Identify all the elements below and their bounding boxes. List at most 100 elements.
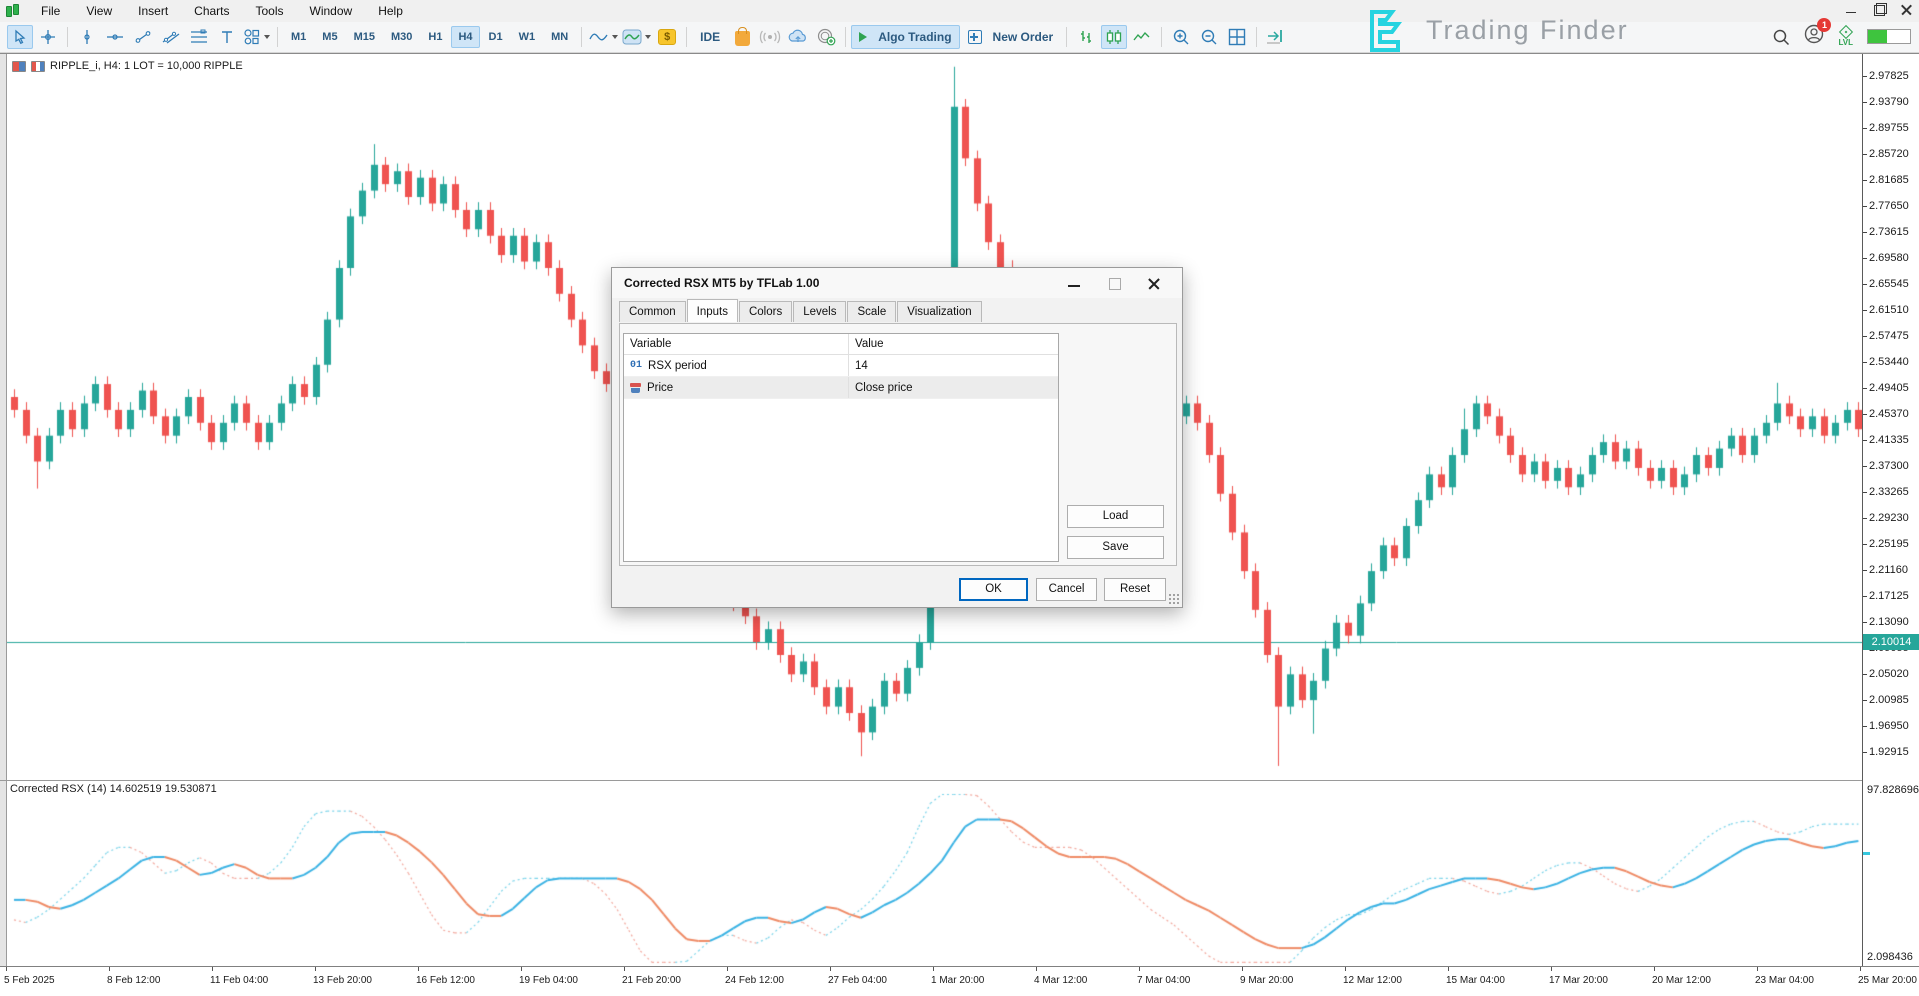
price-tick: 2.41335 [1863,434,1919,447]
param-name: RSX period [648,360,707,372]
market-button[interactable] [729,25,755,49]
level-progress-bar [1867,29,1911,44]
chart-shift-button[interactable] [1263,25,1289,49]
timeframe-button-mn[interactable]: MN [544,26,575,48]
time-tick [1139,967,1140,971]
tab-common[interactable]: Common [619,301,686,322]
tab-inputs[interactable]: Inputs [687,299,738,322]
time-label: 21 Feb 20:00 [622,975,681,986]
line-chart-mode-button[interactable] [1129,25,1155,49]
time-tick [830,967,831,971]
timeframe-button-m15[interactable]: M15 [347,26,382,48]
tab-visualization[interactable]: Visualization [897,301,981,322]
menu-item-view[interactable]: View [73,0,125,22]
dialog-resize-grip[interactable] [1169,594,1179,604]
fibonacci-tool-button[interactable] [186,25,212,49]
price-tick: 2.89755 [1863,122,1919,135]
timeframe-button-d1[interactable]: D1 [482,26,510,48]
timeframe-group: M1M5M15M30H1H4D1W1MN [283,26,576,48]
timeframe-button-h4[interactable]: H4 [451,26,479,48]
channel-tool-button[interactable] [158,25,184,49]
time-label: 1 Mar 20:00 [931,975,984,986]
price-tick: 2.37300 [1863,460,1919,473]
ide-button[interactable]: IDE [692,25,728,49]
profile-button[interactable]: 1 [1804,24,1824,49]
vertical-line-tool-button[interactable] [74,25,100,49]
chevron-down-icon [645,35,651,39]
tab-levels[interactable]: Levels [793,301,846,322]
timeframe-button-h1[interactable]: H1 [421,26,449,48]
timeframe-button-m1[interactable]: M1 [284,26,313,48]
tab-scale[interactable]: Scale [847,301,896,322]
dialog-close-button[interactable] [1134,270,1174,296]
cancel-button[interactable]: Cancel [1036,578,1097,601]
depth-of-market-icon [12,61,26,72]
load-button[interactable]: Load [1067,505,1164,528]
indicator-label: Corrected RSX (14) 14.602519 19.530871 [10,783,217,795]
reset-button[interactable]: Reset [1104,578,1166,601]
table-header-variable: Variable [624,334,849,354]
price-scale[interactable]: 97.828696 2.098436 2.978252.937902.89755… [1862,54,1919,966]
table-row[interactable]: 01 RSX period 14 [624,355,1058,377]
indicators-button[interactable] [621,25,652,49]
param-name: Price [647,382,673,394]
menu-item-window[interactable]: Window [297,0,366,22]
cloud-button[interactable] [785,25,811,49]
timeframe-button-m30[interactable]: M30 [384,26,419,48]
param-value[interactable]: Close price [849,377,1058,398]
timeframe-button-w1[interactable]: W1 [512,26,543,48]
menu-item-tools[interactable]: Tools [243,0,297,22]
menu-item-help[interactable]: Help [365,0,416,22]
shapes-tool-button[interactable] [242,25,271,49]
param-value[interactable]: 14 [849,355,1058,376]
menu-item-file[interactable]: File [28,0,73,22]
horizontal-line-tool-button[interactable] [102,25,128,49]
table-row[interactable]: Price Close price [624,377,1058,399]
signals-button[interactable] [757,25,783,49]
pane-divider[interactable] [0,780,1919,781]
dialog-minimize-button[interactable] [1054,270,1094,296]
currency-button[interactable]: $ [654,25,680,49]
parameters-table: Variable Value 01RSX period14PriceClose … [623,333,1059,562]
trendline-tool-button[interactable] [130,25,156,49]
time-tick [624,967,625,971]
text-tool-button[interactable] [214,25,240,49]
tile-windows-button[interactable] [1224,25,1250,49]
quotes-icon [31,61,45,72]
new-order-button[interactable]: New Order [960,25,1062,49]
tab-colors[interactable]: Colors [739,301,792,322]
cursor-tool-button[interactable] [7,25,33,49]
indicator-canvas[interactable] [0,780,1862,966]
save-button[interactable]: Save [1067,536,1164,559]
time-tick [933,967,934,971]
level-indicator: LVL [1838,27,1853,47]
dialog-titlebar[interactable]: Corrected RSX MT5 by TFLab 1.00 [612,268,1182,298]
window-minimize-button[interactable] [1845,4,1857,16]
time-tick [315,967,316,971]
chart-type-button[interactable] [588,25,619,49]
candlestick-mode-button[interactable] [1101,25,1127,49]
numeric-param-icon: 01 [630,360,642,371]
time-label: 16 Feb 12:00 [416,975,475,986]
time-tick [1036,967,1037,971]
search-icon[interactable] [1772,28,1790,46]
crosshair-tool-button[interactable] [35,25,61,49]
level-progress-fill [1868,30,1887,43]
zoom-in-button[interactable] [1168,25,1194,49]
menu-item-insert[interactable]: Insert [125,0,181,22]
window-close-button[interactable] [1901,4,1913,16]
bar-chart-mode-button[interactable] [1073,25,1099,49]
time-label: 9 Mar 20:00 [1240,975,1293,986]
algo-trading-button[interactable]: Algo Trading [851,25,959,49]
time-label: 24 Feb 12:00 [725,975,784,986]
timeframe-button-m5[interactable]: M5 [315,26,344,48]
menu-item-charts[interactable]: Charts [181,0,242,22]
dialog-maximize-button[interactable] [1094,270,1134,296]
window-restore-button[interactable] [1873,4,1885,16]
ok-button[interactable]: OK [959,578,1028,601]
price-tick: 2.69580 [1863,252,1919,265]
zoom-out-button[interactable] [1196,25,1222,49]
community-button[interactable] [813,25,839,49]
time-axis[interactable]: 5 Feb 20258 Feb 12:0011 Feb 04:0013 Feb … [0,966,1919,996]
time-tick [1448,967,1449,971]
